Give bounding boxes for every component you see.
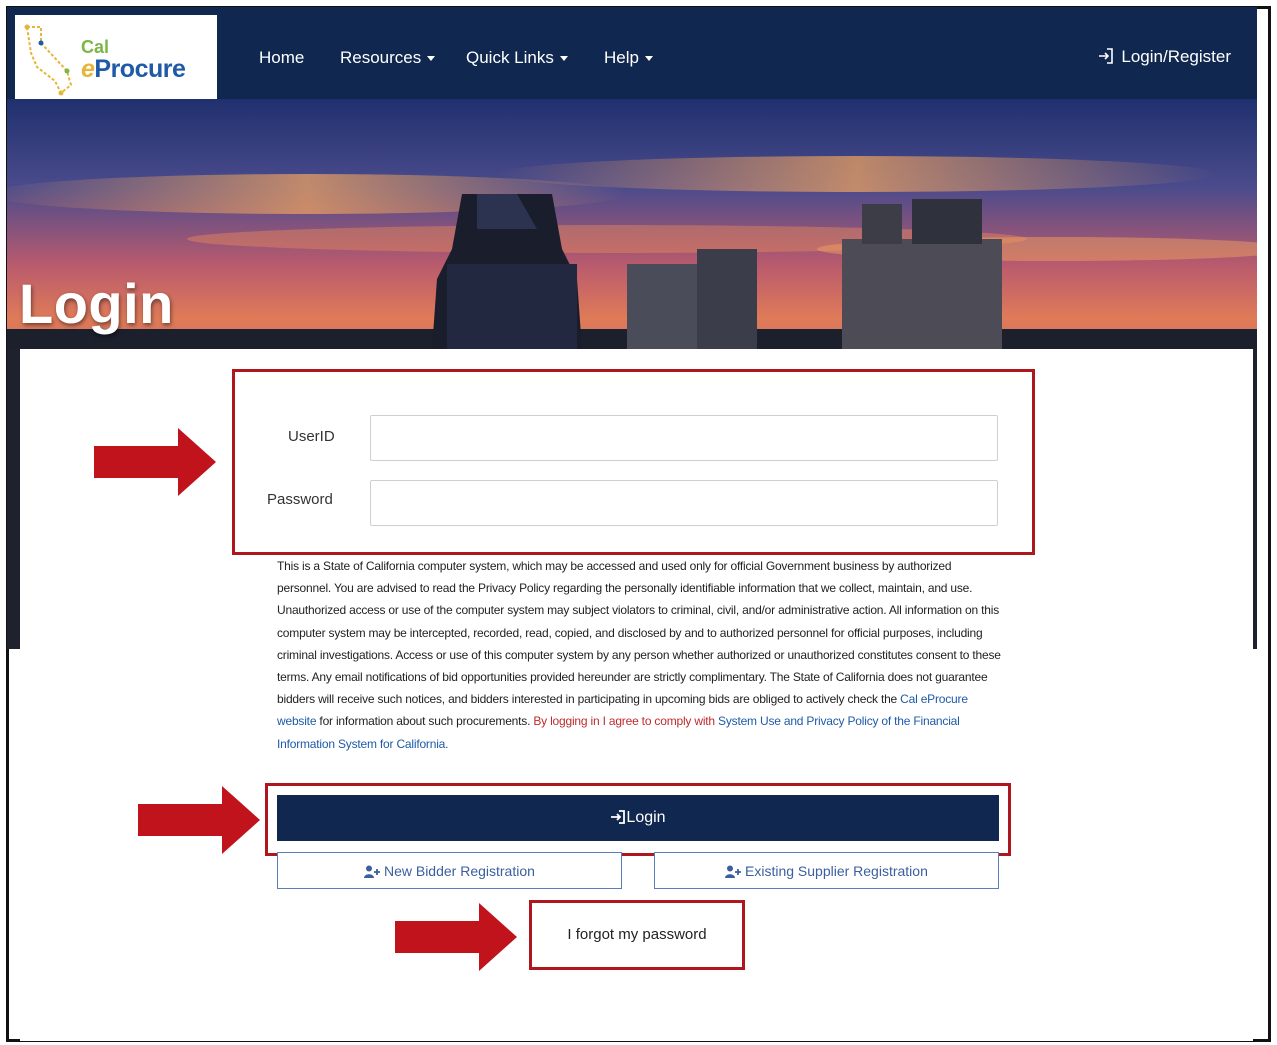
- password-label: Password: [267, 491, 333, 508]
- chevron-down-icon: [427, 56, 436, 62]
- logo-text-eprocure: eProcure: [81, 55, 186, 84]
- existing-supplier-registration-label: Existing Supplier Registration: [745, 862, 928, 879]
- login-button[interactable]: Login: [277, 795, 999, 841]
- user-plus-icon: [364, 865, 381, 878]
- chevron-down-icon: [644, 56, 653, 62]
- annotation-arrow-right-icon: [138, 786, 260, 854]
- userid-label: UserID: [288, 428, 335, 445]
- password-input[interactable]: [370, 480, 998, 526]
- page-title: Login: [19, 272, 174, 335]
- nav-login-register-label: Login/Register: [1121, 47, 1231, 66]
- nav-resources-label: Resources: [340, 48, 422, 67]
- cal-eprocure-logo[interactable]: Cal eProcure: [15, 15, 217, 99]
- disclaimer-text: This is a State of California computer s…: [277, 555, 1005, 755]
- nav-home[interactable]: Home: [259, 48, 304, 68]
- agree-text: By logging in I agree to comply with: [533, 714, 719, 729]
- disclaimer-body: This is a State of California computer s…: [277, 559, 1001, 707]
- california-map-icon: [24, 24, 73, 96]
- sign-in-icon: [611, 810, 626, 824]
- disclaimer-body-after: for information about such procurements.: [316, 714, 534, 729]
- nav-help-label: Help: [604, 48, 639, 67]
- login-button-label: Login: [626, 809, 666, 826]
- existing-supplier-registration-button[interactable]: Existing Supplier Registration: [654, 852, 999, 889]
- new-bidder-registration-button[interactable]: New Bidder Registration: [277, 852, 622, 889]
- forgot-password-link[interactable]: I forgot my password: [532, 903, 742, 967]
- nav-resources[interactable]: Resources: [340, 48, 436, 68]
- userid-input[interactable]: [370, 415, 998, 461]
- new-bidder-registration-label: New Bidder Registration: [383, 862, 535, 879]
- nav-login-register[interactable]: Login/Register: [1097, 47, 1231, 67]
- logo-text-procure: Procure: [94, 55, 186, 83]
- sign-in-icon: [1099, 48, 1114, 64]
- top-navbar: Cal eProcure Home Resources Quick Links …: [7, 7, 1257, 99]
- logo-text-e: e: [81, 55, 95, 83]
- chevron-down-icon: [559, 56, 568, 62]
- annotation-arrow-right-icon: [94, 428, 216, 496]
- annotation-arrow-right-icon: [395, 903, 517, 971]
- nav-quick-links[interactable]: Quick Links: [466, 48, 568, 68]
- user-plus-icon: [725, 865, 742, 878]
- nav-quick-links-label: Quick Links: [466, 48, 554, 67]
- nav-help[interactable]: Help: [604, 48, 653, 68]
